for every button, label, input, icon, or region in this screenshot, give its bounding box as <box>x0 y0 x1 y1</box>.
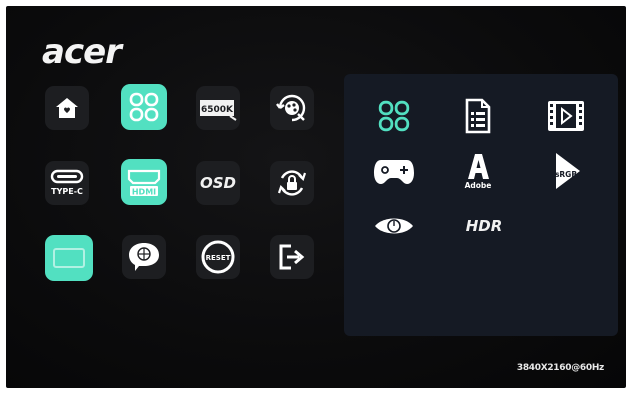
adobe-icon: Adobe <box>465 154 492 190</box>
reset-icon: RESET <box>201 240 235 274</box>
submenu-item-standard[interactable] <box>372 94 416 138</box>
rotate-lock-icon <box>277 170 307 196</box>
hdmi-port-icon: HDMI <box>127 169 161 197</box>
submenu-item-game[interactable] <box>372 149 416 193</box>
resolution-status: 3840X2160@60Hz <box>516 363 604 373</box>
exit-icon <box>279 244 305 270</box>
submenu-item-movie[interactable] <box>544 94 588 138</box>
eye-icon <box>375 218 413 234</box>
osd-icon: OSD <box>199 174 236 192</box>
menu-item-modes[interactable] <box>121 84 167 130</box>
menu-item-exit[interactable] <box>270 235 314 279</box>
hdr-icon: HDR <box>465 217 503 235</box>
adobe-label: Adobe <box>465 181 492 190</box>
reset-label: RESET <box>206 254 231 262</box>
menu-item-input-typec[interactable]: TYPE-C <box>45 161 89 205</box>
menu-item-hdmi[interactable]: HDMI <box>121 159 167 205</box>
submenu-item-hdr[interactable]: HDR <box>456 204 512 248</box>
srgb-label: sRGB <box>555 170 577 179</box>
submenu-item-srgb[interactable]: sRGB <box>544 149 588 193</box>
menu-item-reset[interactable]: RESET <box>196 235 240 279</box>
movie-icon <box>548 101 584 131</box>
menu-item-color-temp[interactable]: 6500K <box>196 86 240 130</box>
modes-grid-icon <box>378 100 410 132</box>
acer-logo: acer <box>42 32 122 72</box>
color-temperature-icon: 6500K <box>200 100 237 121</box>
document-icon <box>465 98 491 134</box>
menu-item-color-settings[interactable] <box>270 86 314 130</box>
menu-item-display[interactable] <box>45 235 93 281</box>
srgb-icon: sRGB <box>555 153 580 189</box>
type-c-port-icon: TYPE-C <box>50 169 84 196</box>
color-palette-icon <box>276 94 306 122</box>
modes-grid-icon <box>129 92 159 122</box>
submenu-panel: Adobe sRGB HDR <box>344 74 618 336</box>
language-bubble-icon <box>129 243 159 271</box>
menu-item-language[interactable] <box>122 235 166 279</box>
gamepad-icon <box>374 160 414 184</box>
submenu-item-document[interactable] <box>456 94 500 138</box>
submenu-item-adobe[interactable]: Adobe <box>456 149 500 193</box>
color-temp-label: 6500K <box>201 105 234 115</box>
submenu-item-eco[interactable] <box>372 204 416 248</box>
home-icon <box>56 98 78 118</box>
menu-item-lock[interactable] <box>270 161 314 205</box>
menu-item-osd[interactable]: OSD <box>196 161 240 205</box>
hdmi-label: HDMI <box>132 188 156 197</box>
type-c-label: TYPE-C <box>51 187 83 196</box>
menu-item-home[interactable] <box>45 86 89 130</box>
display-icon <box>53 248 85 268</box>
monitor-screen: acer 6500K TYPE-C HDMI OSD RESET Adobe s… <box>6 6 626 388</box>
